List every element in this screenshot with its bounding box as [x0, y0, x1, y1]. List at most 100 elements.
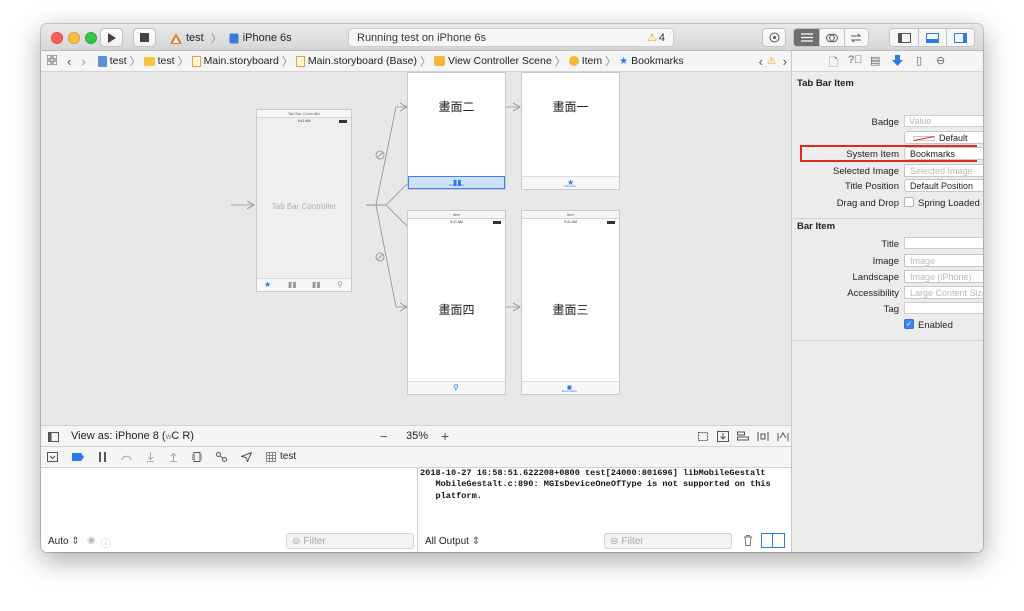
crumb-folder[interactable]: test [143, 55, 175, 67]
identity-inspector-icon[interactable]: ▤ [870, 54, 880, 67]
activity-viewer: Running test on iPhone 6s ⚠ 4 [348, 28, 674, 47]
filter-placeholder: Filter [303, 535, 326, 547]
assistant-editor-button[interactable] [819, 29, 844, 46]
file-inspector-icon[interactable]: 🗋 [829, 54, 838, 73]
close-window-button[interactable] [51, 32, 63, 44]
scheme-selector[interactable]: test 〉 iPhone 6s [166, 29, 296, 47]
filter-icon: ⊜ [610, 535, 619, 547]
mini-tab-bar: ★ Favorites [522, 176, 619, 189]
previous-issue-icon[interactable]: ‹ [759, 54, 763, 69]
hide-debug-area-icon[interactable] [47, 451, 58, 462]
warning-indicator[interactable]: ⚠ 4 [647, 31, 665, 45]
forward-arrow-icon[interactable]: › [81, 54, 85, 69]
version-editor-button[interactable] [843, 29, 868, 46]
enabled-checkbox[interactable]: ✓ [904, 319, 914, 329]
quick-help-icon[interactable]: ?⃝ [848, 54, 862, 66]
title-position-value: Default Position [910, 181, 974, 191]
crumb-scene[interactable]: View Controller Scene [434, 55, 552, 67]
crumb-project[interactable]: test [97, 55, 127, 67]
embed-icon[interactable] [697, 431, 709, 442]
align-icon[interactable] [737, 431, 749, 442]
eye-icon[interactable]: ◉ [87, 535, 96, 546]
auto-scope-popup[interactable]: Auto ⇕ [48, 536, 80, 547]
accessibility-combo[interactable]: Large Content Size Image ▾ [904, 286, 983, 299]
step-into-icon[interactable] [146, 451, 155, 462]
pin-icon[interactable] [757, 431, 769, 442]
tag-field[interactable]: 0 [904, 302, 983, 314]
connections-inspector-icon[interactable]: ⊖ [936, 54, 945, 67]
screen-two-scene[interactable]: 畫面二 ▮▮ Bookmarks [407, 72, 506, 190]
crumb-storyboard[interactable]: Main.storyboard [191, 55, 279, 67]
mini-tab-bar-selected[interactable]: ▮▮ Bookmarks [408, 176, 505, 189]
standard-editor-button[interactable] [794, 29, 820, 46]
console-filter-field[interactable]: ⊜ Filter [604, 533, 732, 549]
document-outline-icon[interactable] [48, 432, 59, 442]
badge-field[interactable]: Value [904, 115, 983, 127]
crumb-storyboard-base[interactable]: Main.storyboard (Base) [295, 55, 417, 67]
pause-icon[interactable] [98, 451, 107, 462]
warning-icon[interactable]: ⚠ [767, 56, 776, 67]
zoom-in-button[interactable]: + [441, 428, 449, 444]
next-issue-icon[interactable]: › [783, 54, 787, 69]
storyboard-canvas[interactable]: Tab Bar Controller 9:41 AM Tab Bar Contr… [41, 72, 791, 425]
layout-controls [697, 431, 789, 442]
selected-image-combo[interactable]: Selected Image ▾ [904, 164, 983, 177]
info-icon[interactable]: ⓘ [101, 535, 111, 550]
back-arrow-icon[interactable]: ‹ [67, 54, 71, 69]
item-icon [568, 56, 579, 66]
inspector-toggle-button[interactable] [945, 29, 974, 46]
storyboard-file-icon [191, 55, 201, 67]
size-inspector-icon[interactable]: ▯ [916, 54, 922, 67]
tab-bar-controller-scene[interactable]: Tab Bar Controller 9:41 AM Tab Bar Contr… [256, 109, 352, 292]
minimize-window-button[interactable] [68, 32, 80, 44]
filter-placeholder: Filter [621, 535, 644, 547]
console-view[interactable]: 2018-10-27 16:58:51.622208+0800 test[240… [418, 468, 791, 552]
panel-toggle-group [889, 28, 975, 47]
tab-caption: Bookmarks [449, 183, 465, 187]
screen-three-scene[interactable]: Item 9:41 AM 畫面三 ■ Bookmarks [521, 210, 620, 395]
crumb-bookmarks[interactable]: ★ Bookmarks [619, 55, 683, 67]
debug-target[interactable]: test [266, 451, 296, 462]
location-icon[interactable] [241, 451, 252, 462]
stop-button[interactable] [133, 28, 156, 47]
navigator-toggle-button[interactable] [890, 29, 918, 46]
memory-graph-icon[interactable] [216, 451, 227, 462]
step-over-icon[interactable] [121, 452, 132, 462]
zoom-out-button[interactable]: − [380, 429, 388, 444]
split-view-toggle[interactable] [761, 533, 785, 548]
scheme-project: test [186, 32, 204, 44]
grid-icon[interactable] [46, 54, 58, 68]
title-position-label: Title Position [844, 181, 899, 192]
title-position-popup[interactable]: Default Position ⇕ [904, 179, 983, 192]
trash-icon[interactable] [743, 535, 753, 546]
show-console-icon[interactable] [773, 534, 784, 547]
view-as-label[interactable]: View as: iPhone 8 (wC R) [71, 430, 194, 442]
stack-icon[interactable] [717, 431, 729, 442]
project-icon [97, 55, 107, 67]
crumb-item[interactable]: Item [568, 55, 602, 67]
attributes-inspector-icon[interactable] [892, 55, 903, 67]
view-debugger-icon[interactable] [192, 451, 202, 462]
system-item-popup[interactable]: Bookmarks ⇕ [904, 147, 983, 160]
variables-filter-field[interactable]: ⊜ Filter [286, 533, 414, 549]
screen-four-scene[interactable]: Item 9:41 AM 畫面四 ⚲ [407, 210, 506, 395]
right-panel-icon [953, 32, 967, 43]
spring-loaded-checkbox[interactable] [904, 197, 914, 207]
image-combo[interactable]: Image ▾ [904, 254, 983, 267]
screen-one-scene[interactable]: 畫面一 ★ Favorites [521, 72, 620, 190]
zoom-window-button[interactable] [85, 32, 97, 44]
all-output-popup[interactable]: All Output ⇕ [425, 536, 480, 547]
spring-loaded-label: Spring Loaded [918, 198, 980, 209]
landscape-combo[interactable]: Image (iPhone) ▾ [904, 270, 983, 283]
badge-color-popup[interactable]: Default ⇕ [904, 131, 983, 144]
debug-toggle-button[interactable] [918, 29, 945, 46]
step-out-icon[interactable] [169, 452, 178, 462]
breakpoint-icon[interactable] [72, 452, 84, 461]
library-button[interactable] [762, 28, 786, 47]
title-field[interactable] [904, 237, 983, 249]
inspector-tabs: 🗋 ?⃝ ▤ ▯ ⊖ [792, 51, 983, 72]
run-button[interactable] [100, 28, 123, 47]
warning-count: 4 [658, 31, 665, 44]
show-variables-icon[interactable] [762, 534, 773, 547]
resolve-issues-icon[interactable] [777, 431, 789, 442]
